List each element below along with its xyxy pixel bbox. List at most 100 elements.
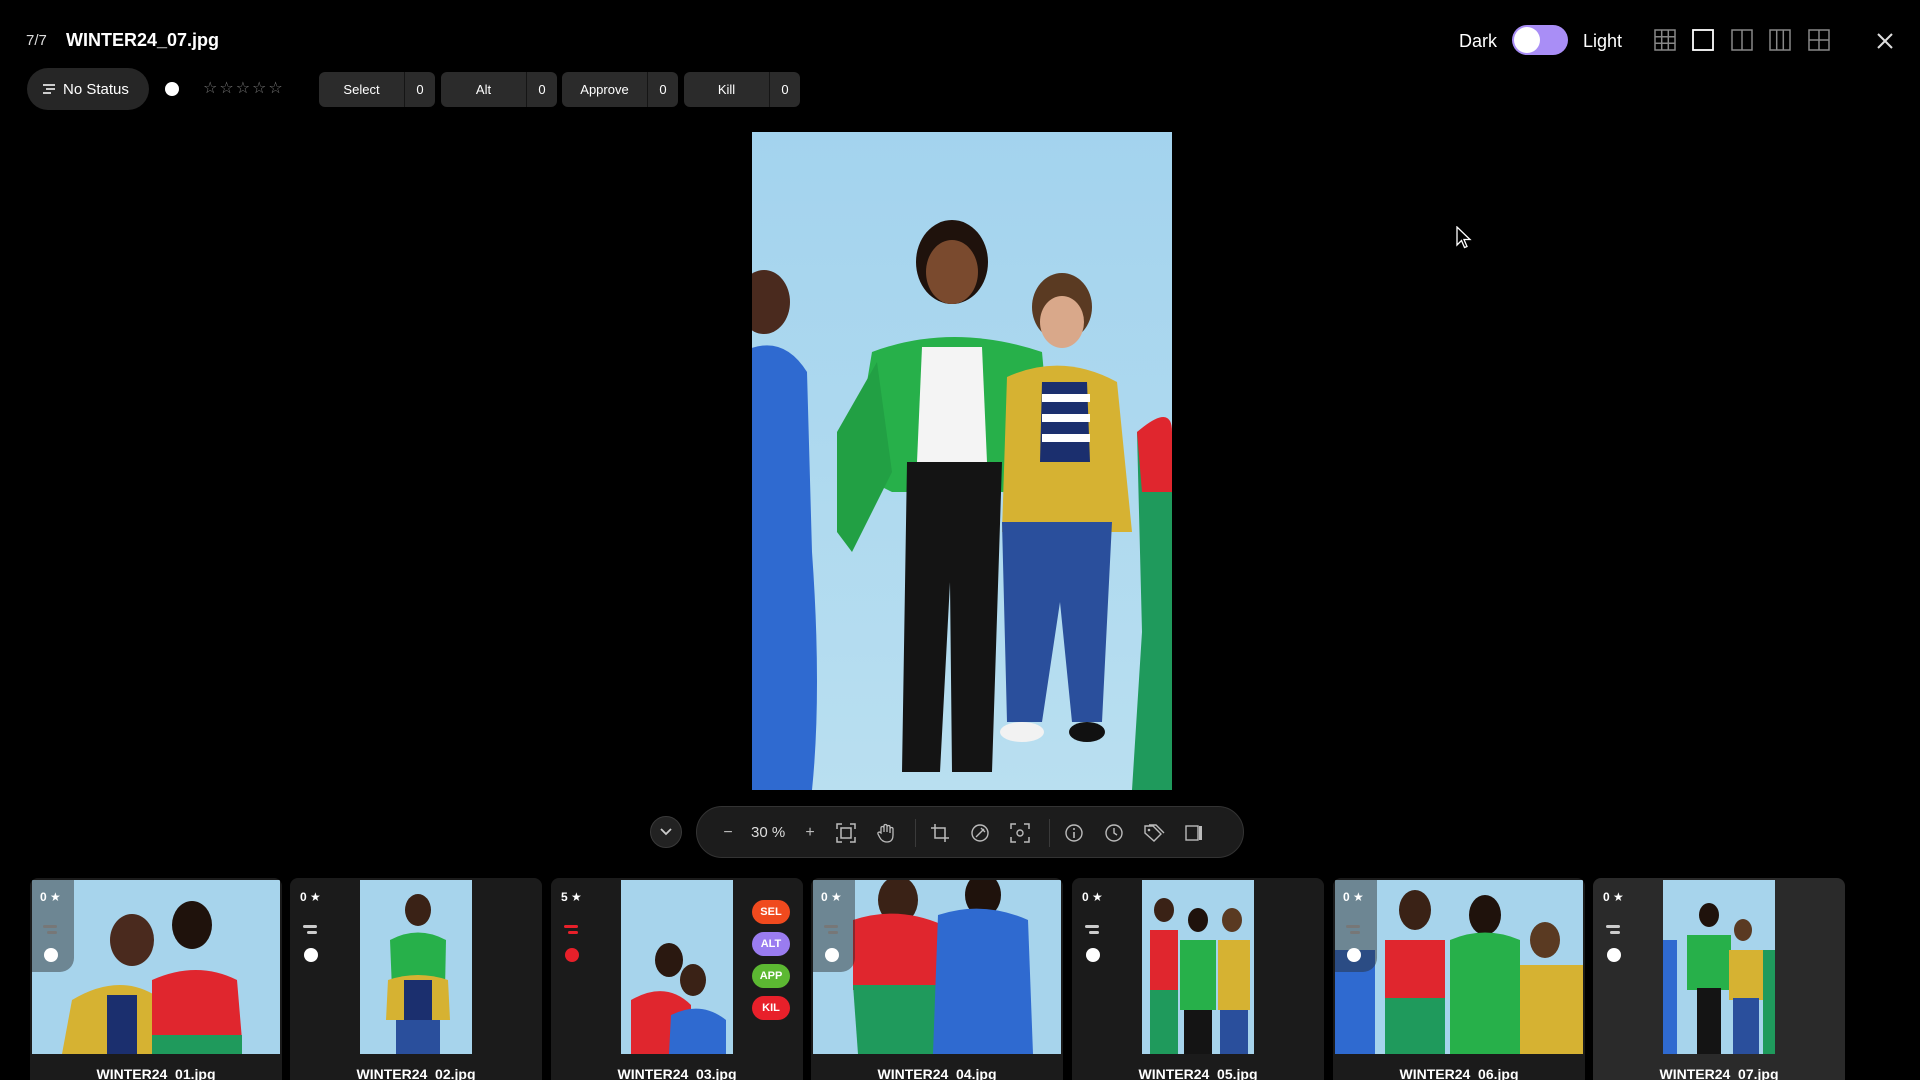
star-icon: ★ [50,890,61,904]
thumbnail-rating[interactable]: 0 ★ [40,890,61,904]
status-flag-icon[interactable] [1606,922,1620,940]
zoom-in-button[interactable]: + [797,820,823,846]
thumbnail-image [360,880,472,1054]
star-icon: ★ [1613,890,1624,904]
theme-toggle[interactable] [1512,25,1568,55]
color-label-dot[interactable] [165,82,179,96]
status-flag-icon[interactable] [824,922,838,940]
thumbnail-filename: WINTER24_02.jpg [356,1066,476,1080]
alt-label: Alt [441,72,527,107]
rating-value: 5 [561,890,568,904]
collapse-filmstrip-button[interactable] [650,816,682,848]
thumbnail-filename: WINTER24_01.jpg [96,1066,216,1080]
status-flag-icon[interactable] [1346,922,1360,940]
mouse-cursor-icon [1456,225,1472,255]
toolbar-divider [915,819,916,847]
approve-label: Approve [562,72,648,107]
color-label-dot[interactable] [1086,948,1100,962]
viewer-toolbar: − 30 % + [696,806,1244,858]
toggle-knob [1514,27,1540,53]
thumbnail-image [1663,880,1775,1054]
grid-view-icon[interactable] [1653,28,1677,52]
filmstrip-item-selected[interactable]: 0 ★ WINTER24_07.jpg [1593,878,1845,1080]
thumbnail-filename: WINTER24_04.jpg [877,1066,997,1080]
rating-value: 0 [300,890,307,904]
thumbnail-image [621,880,733,1054]
status-flag-icon[interactable] [1085,922,1099,940]
info-icon[interactable] [1061,820,1087,846]
tag-kill[interactable]: KIL [752,996,790,1020]
compare-two-view-icon[interactable] [1730,28,1754,52]
main-preview-image[interactable] [752,132,1172,790]
color-label-dot[interactable] [44,948,58,962]
filmstrip-item[interactable]: 0 ★ WINTER24_02.jpg [290,878,542,1080]
thumbnail-filename: WINTER24_03.jpg [617,1066,737,1080]
zoom-level: 30 % [751,824,786,841]
thumbnail-rating[interactable]: 0 ★ [1603,890,1624,904]
rating-value: 0 [1082,890,1089,904]
color-label-dot[interactable] [1607,948,1621,962]
star-icon: ★ [1092,890,1103,904]
status-flag-icon[interactable] [564,922,578,940]
alt-count-button[interactable]: Alt 0 [441,72,557,107]
color-label-dot[interactable] [565,948,579,962]
tag-alt[interactable]: ALT [752,932,790,956]
status-lines-icon [43,84,55,94]
star-icon: ★ [831,890,842,904]
star-rating[interactable]: ☆☆☆☆☆ [203,78,285,98]
theme-light-label: Light [1583,31,1623,51]
select-count: 0 [416,82,424,97]
kill-count: 0 [781,82,789,97]
tag-select[interactable]: SEL [752,900,790,924]
color-label-dot[interactable] [825,948,839,962]
crop-icon[interactable] [927,820,953,846]
star-icon: ★ [571,890,582,904]
thumbnail-filename: WINTER24_05.jpg [1138,1066,1258,1080]
filmstrip-item[interactable]: 0 ★ WINTER24_01.jpg [30,878,282,1080]
approve-count: 0 [659,82,667,97]
markup-draw-icon[interactable] [967,820,993,846]
rating-value: 0 [40,890,47,904]
kill-count-button[interactable]: Kill 0 [684,72,800,107]
rating-value: 0 [1343,890,1350,904]
single-view-icon[interactable] [1691,28,1715,52]
side-panel-icon[interactable] [1181,820,1207,846]
history-clock-icon[interactable] [1101,820,1127,846]
tags-icon[interactable] [1141,820,1167,846]
rating-value: 0 [1603,890,1610,904]
thumbnail-rating[interactable]: 0 ★ [300,890,321,904]
compare-four-view-icon[interactable] [1807,28,1831,52]
status-label: No Status [63,80,129,98]
status-flag-icon[interactable] [43,922,57,940]
filmstrip-item[interactable]: 0 ★ WINTER24_06.jpg [1333,878,1585,1080]
kill-label: Kill [684,72,770,107]
compare-three-view-icon[interactable] [1768,28,1792,52]
filmstrip-item[interactable]: 0 ★ WINTER24_04.jpg [811,878,1063,1080]
thumbnail-filename: WINTER24_06.jpg [1399,1066,1519,1080]
tag-approve[interactable]: APP [752,964,790,988]
close-icon[interactable] [1872,28,1898,54]
select-count-button[interactable]: Select 0 [319,72,435,107]
approve-count-button[interactable]: Approve 0 [562,72,678,107]
color-label-dot[interactable] [304,948,318,962]
filmstrip-item[interactable]: 0 ★ WINTER24_05.jpg [1072,878,1324,1080]
alt-count: 0 [538,82,546,97]
color-label-dot[interactable] [1347,948,1361,962]
thumbnail-rating[interactable]: 0 ★ [1082,890,1103,904]
thumbnail-rating[interactable]: 0 ★ [821,890,842,904]
thumbnail-rating[interactable]: 0 ★ [1343,890,1364,904]
star-icon: ★ [1353,890,1364,904]
status-flag-icon[interactable] [303,922,317,940]
toolbar-divider [1049,819,1050,847]
hand-pan-icon[interactable] [873,820,899,846]
rating-value: 0 [821,890,828,904]
current-filename: WINTER24_07.jpg [66,30,220,50]
focus-frame-icon[interactable] [1007,820,1033,846]
zoom-out-button[interactable]: − [715,820,741,846]
star-icon: ★ [310,890,321,904]
status-filter-button[interactable]: No Status [27,68,149,110]
filmstrip-item[interactable]: 5 ★ SEL ALT APP KIL WINTER24_03.jpg [551,878,803,1080]
theme-dark-label: Dark [1459,31,1498,51]
fit-screen-icon[interactable] [833,820,859,846]
thumbnail-rating[interactable]: 5 ★ [561,890,582,904]
